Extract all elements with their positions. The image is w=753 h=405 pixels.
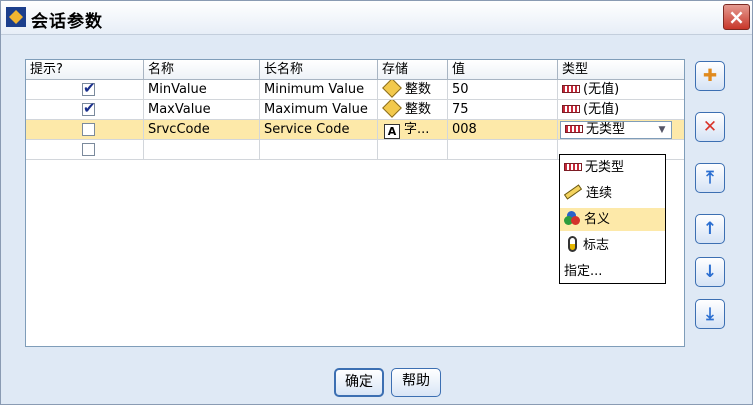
name-cell[interactable]: MaxValue: [144, 100, 260, 120]
diamond-icon: [382, 100, 402, 118]
value-cell[interactable]: [448, 140, 558, 160]
move-top-icon: ⤒: [706, 168, 714, 188]
flag-icon: [562, 105, 580, 113]
value-cell[interactable]: 008: [448, 120, 558, 140]
move-to-bottom-button[interactable]: ⤓: [695, 299, 725, 329]
checkmark-icon: ✔: [83, 80, 96, 97]
long-name-cell[interactable]: Minimum Value: [260, 80, 378, 100]
name-cell[interactable]: MinValue: [144, 80, 260, 100]
dropdown-option-continuous[interactable]: 连续: [560, 182, 665, 205]
column-header-storage[interactable]: 存储: [378, 60, 448, 80]
type-dropdown-list: 无类型 连续 名义 标志 指定...: [559, 154, 666, 284]
type-combobox[interactable]: 无类型 ▼: [560, 121, 672, 139]
long-name-cell[interactable]: Service Code: [260, 120, 378, 140]
flag-icon: [565, 125, 583, 133]
storage-label: 整数: [405, 82, 432, 97]
option-label: 指定...: [564, 264, 603, 279]
option-label: 连续: [586, 186, 613, 201]
storage-label: 整数: [405, 102, 432, 117]
table-row[interactable]: ✔ MaxValue Maximum Value 整数 75 (无值): [26, 100, 684, 120]
string-icon: A: [384, 124, 400, 139]
column-header-long-name[interactable]: 长名称: [260, 60, 378, 80]
column-header-prompt[interactable]: 提示?: [26, 60, 144, 80]
storage-cell[interactable]: 整数: [378, 80, 448, 100]
parameters-app-icon: [6, 7, 26, 27]
close-button[interactable]: ×: [723, 4, 750, 30]
move-down-button[interactable]: ↓: [695, 257, 725, 287]
storage-cell[interactable]: [378, 140, 448, 160]
window-title: 会话参数: [31, 12, 103, 32]
value-cell[interactable]: 75: [448, 100, 558, 120]
table-row-selected[interactable]: SrvcCode Service Code A 字... 008 无类型 ▼: [26, 120, 684, 140]
nominal-icon: [564, 211, 580, 225]
add-row-icon: ✚: [702, 66, 718, 86]
long-name-cell[interactable]: [260, 140, 378, 160]
prompt-checkbox[interactable]: ✔: [82, 100, 96, 117]
type-cell[interactable]: (无值): [558, 80, 684, 100]
diamond-icon: [382, 80, 402, 98]
storage-cell[interactable]: A 字...: [378, 120, 448, 140]
prompt-checkbox[interactable]: [82, 143, 95, 156]
ruler-icon: [563, 184, 583, 200]
name-cell[interactable]: SrvcCode: [144, 120, 260, 140]
dropdown-option-typeless[interactable]: 无类型: [560, 156, 665, 179]
dropdown-option-specify[interactable]: 指定...: [560, 260, 665, 283]
option-label: 无类型: [585, 160, 625, 175]
delete-parameter-button[interactable]: ✕: [695, 112, 725, 142]
column-header-type[interactable]: 类型: [558, 60, 684, 80]
add-parameter-button[interactable]: ✚: [695, 61, 725, 91]
move-bottom-icon: ⤓: [706, 304, 714, 324]
storage-cell[interactable]: 整数: [378, 100, 448, 120]
session-parameters-dialog: 会话参数 × 提示? 名称 长名称 存储 值 类型 ✔ MinValue Min…: [0, 0, 753, 405]
delete-icon: ✕: [702, 117, 718, 137]
dropdown-option-flag[interactable]: 标志: [560, 234, 665, 257]
move-up-button[interactable]: ↑: [695, 214, 725, 244]
value-cell[interactable]: 50: [448, 80, 558, 100]
flag-icon: [564, 163, 582, 171]
option-label: 标志: [583, 238, 610, 253]
long-name-cell[interactable]: Maximum Value: [260, 100, 378, 120]
storage-label: 字...: [404, 122, 430, 137]
help-button[interactable]: 帮助: [391, 368, 441, 397]
prompt-checkbox[interactable]: [82, 123, 95, 136]
arrow-down-icon: ↓: [702, 262, 718, 282]
flag-icon: [562, 85, 580, 93]
table-row[interactable]: ✔ MinValue Minimum Value 整数 50 (无值): [26, 80, 684, 100]
chevron-down-icon[interactable]: ▼: [655, 123, 669, 137]
prompt-checkbox[interactable]: ✔: [82, 80, 96, 97]
dropdown-option-nominal[interactable]: 名义: [560, 208, 665, 231]
arrow-up-icon: ↑: [702, 219, 718, 239]
type-cell[interactable]: (无值): [558, 100, 684, 120]
type-label: (无值): [583, 82, 620, 97]
checkmark-icon: ✔: [83, 100, 96, 117]
move-to-top-button[interactable]: ⤒: [695, 163, 725, 193]
option-label: 名义: [584, 212, 611, 227]
type-combobox-value: 无类型: [586, 122, 626, 137]
bulb-icon: [568, 236, 577, 252]
name-cell[interactable]: [144, 140, 260, 160]
title-bar: 会话参数 ×: [1, 1, 752, 35]
column-header-value[interactable]: 值: [448, 60, 558, 80]
ok-button[interactable]: 确定: [334, 368, 384, 397]
type-label: (无值): [583, 102, 620, 117]
column-header-name[interactable]: 名称: [144, 60, 260, 80]
